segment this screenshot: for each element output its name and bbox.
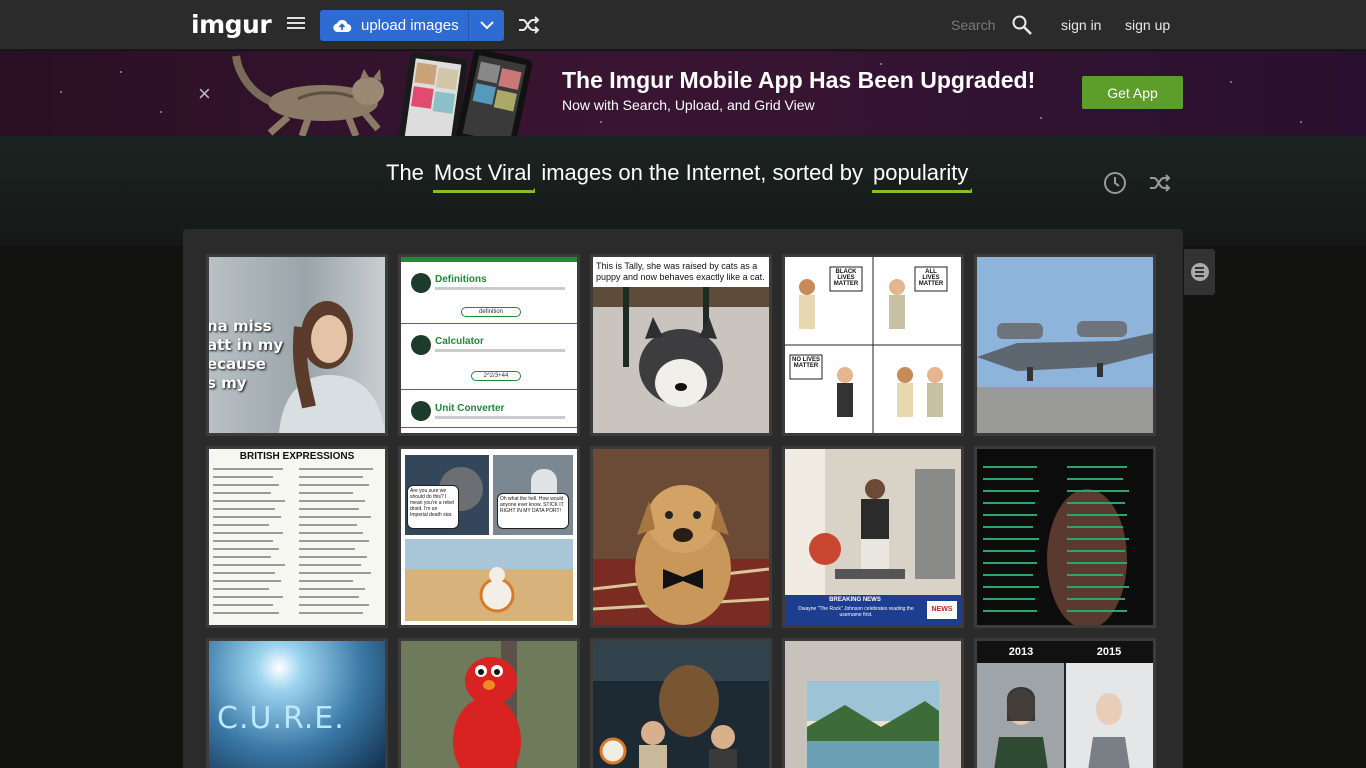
- star-wars-cast-photo: [593, 641, 769, 768]
- gallery-thumbnail[interactable]: Are you sure we should do this? I mean y…: [398, 446, 580, 628]
- gallery-thumbnail[interactable]: C.U.R.E.: [206, 638, 388, 768]
- gallery-thumbnail[interactable]: 2013 2015: [974, 638, 1156, 768]
- gallery-thumbnail[interactable]: [974, 254, 1156, 436]
- aircraft-photo: [977, 257, 1153, 433]
- gallery-thumbnail[interactable]: [974, 446, 1156, 628]
- search-icon[interactable]: [1011, 14, 1033, 36]
- gallery-thumbnail[interactable]: BREAKING NEWS Dwayne "The Rock" Johnson …: [782, 446, 964, 628]
- close-banner-icon[interactable]: ×: [198, 81, 211, 107]
- gallery-thumbnail[interactable]: Definitions definition Calculator 2^2/3+…: [398, 254, 580, 436]
- expressions-list: [213, 468, 373, 614]
- menu-icon[interactable]: [287, 17, 305, 33]
- comments-toggle-tab[interactable]: [1184, 249, 1215, 295]
- gallery-thumbnail[interactable]: [398, 638, 580, 768]
- comment-bubble-icon: [1190, 263, 1209, 281]
- gallery-heading: The Most Viral images on the Internet, s…: [386, 160, 978, 193]
- elmo-photo: [401, 641, 577, 768]
- news-ticker: BREAKING NEWS Dwayne "The Rock" Johnson …: [785, 595, 961, 625]
- phone-screenshot-image: [398, 51, 533, 136]
- workout-chart-image: [977, 449, 1153, 625]
- gallery-thumbnail[interactable]: This is Tally, she was raised by cats as…: [590, 254, 772, 436]
- promo-title: The Imgur Mobile App Has Been Upgraded!: [562, 67, 1036, 93]
- year-2013-label: 2013: [977, 641, 1065, 663]
- heading-prefix: The: [386, 160, 424, 185]
- meme-text: na miss att in my ecause s my: [207, 317, 284, 392]
- calculator-heading: Calculator: [435, 336, 484, 347]
- chevron-down-icon: [479, 21, 494, 30]
- gallery-thumbnail[interactable]: BLACK LIVES MATTER ALL LIVES MATTER NO L…: [782, 254, 964, 436]
- gallery-thumbnail[interactable]: [782, 638, 964, 768]
- mobile-app-promo-banner: × The Imgur Mobile App Has Been Upgraded…: [0, 51, 1366, 136]
- gallery-thumbnail[interactable]: [590, 446, 772, 628]
- top-navbar: imgur upload images Search sign in sign …: [0, 0, 1366, 50]
- landscape-painting-photo: [785, 641, 961, 768]
- search-label[interactable]: Search: [951, 17, 995, 33]
- gallery-thumbnail[interactable]: [590, 638, 772, 768]
- upload-images-label: upload images: [361, 17, 459, 34]
- heading-middle: images on the Internet, sorted by: [541, 160, 863, 185]
- cloud-upload-icon: [333, 19, 352, 32]
- promo-subtitle: Now with Search, Upload, and Grid View: [562, 97, 815, 113]
- gallery-thumbnail[interactable]: BRITISH EXPRESSIONS: [206, 446, 388, 628]
- imgur-logo[interactable]: imgur: [191, 10, 272, 39]
- section-selector[interactable]: Most Viral: [432, 160, 536, 193]
- dog-bowtie-photo: [593, 449, 769, 625]
- british-expressions-title: BRITISH EXPRESSIONS: [239, 451, 355, 462]
- sign-in-link[interactable]: sign in: [1061, 17, 1101, 33]
- sign-up-link[interactable]: sign up: [1125, 17, 1170, 33]
- random-shuffle-icon[interactable]: [518, 16, 540, 34]
- unit-converter-heading: Unit Converter: [435, 403, 505, 414]
- upload-options-dropdown[interactable]: [468, 10, 504, 41]
- clock-icon[interactable]: [1103, 171, 1127, 195]
- cure-text: C.U.R.E.: [217, 701, 345, 736]
- definitions-heading: Definitions: [435, 274, 487, 285]
- shuffle-icon[interactable]: [1149, 174, 1171, 192]
- year-2015-label: 2015: [1065, 641, 1153, 663]
- loki-comparison-photo: [977, 663, 1153, 768]
- tally-caption: This is Tally, she was raised by cats as…: [596, 261, 765, 282]
- husky-photo: [593, 287, 769, 433]
- star-wars-comic: [401, 449, 577, 625]
- gallery-thumbnail[interactable]: na miss att in my ecause s my: [206, 254, 388, 436]
- sort-selector[interactable]: popularity: [871, 160, 973, 193]
- get-app-button[interactable]: Get App: [1082, 76, 1183, 109]
- flying-cat-image: [232, 55, 384, 136]
- upload-images-button[interactable]: upload images: [320, 10, 504, 41]
